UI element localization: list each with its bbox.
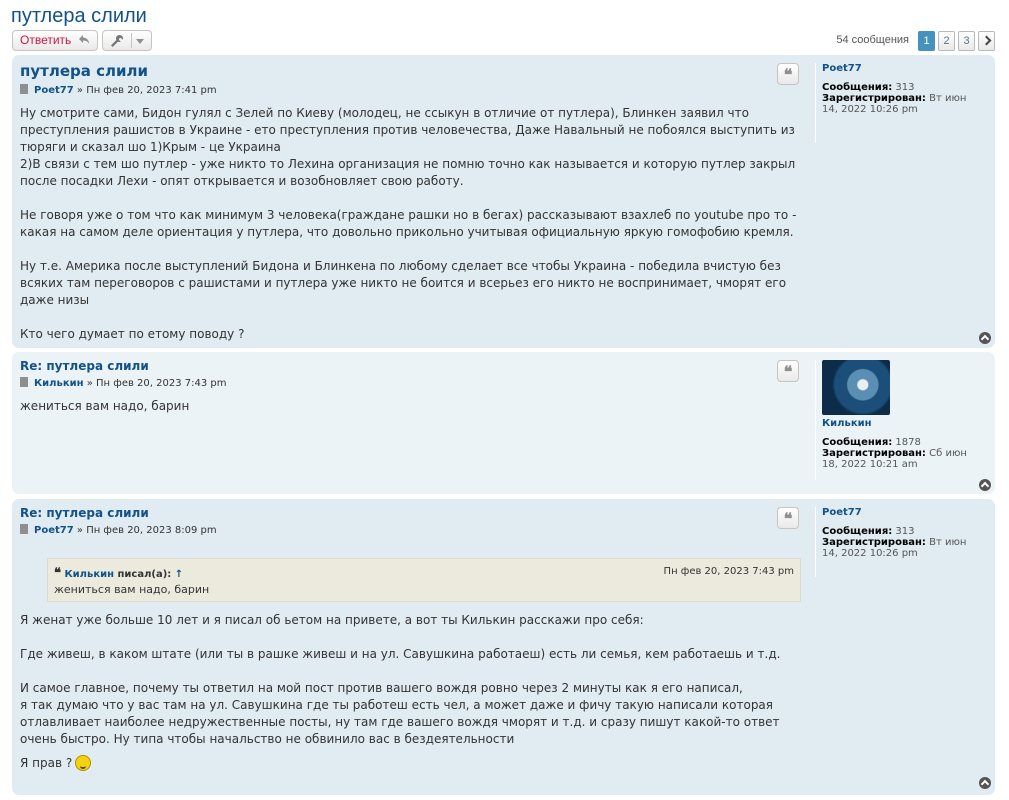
- registered-label: Зарегистрирован:: [822, 448, 926, 459]
- reply-arrow-icon: [79, 35, 89, 44]
- post-icon[interactable]: [20, 84, 28, 94]
- post-author[interactable]: Poet77: [34, 525, 74, 536]
- quote-text: жениться вам надо, барин: [54, 583, 210, 596]
- profile-messages: Сообщения: 1878: [822, 437, 985, 448]
- quote-wrote: писал(а):: [117, 569, 172, 580]
- post-paragraph: Кто чего думает по етому поводу ?: [20, 327, 245, 341]
- registered-label: Зарегистрирован:: [822, 93, 926, 104]
- quote-cite: ❝ Килькин писал(а): ↑: [54, 566, 183, 581]
- quote-icon: ❝: [783, 362, 793, 381]
- post-date: Пн фев 20, 2023 8:09 pm: [86, 525, 217, 536]
- page-1-button[interactable]: 1: [918, 31, 935, 51]
- profile-username[interactable]: Poet77: [822, 507, 985, 518]
- chevron-right-icon: [981, 35, 992, 46]
- quote-author[interactable]: Килькин: [64, 569, 114, 580]
- post-meta: Poet77 » Пн фев 20, 2023 8:09 pm: [20, 524, 217, 536]
- post: Re: путлера слили Poet77 » Пн фев 20, 20…: [12, 499, 995, 795]
- messages-label: Сообщения:: [822, 526, 893, 537]
- post-content: Ну смотрите сами, Бидон гулял с Зелей по…: [20, 105, 800, 343]
- post-profile: Poet77 Сообщения: 313 Зарегистрирован: В…: [815, 63, 985, 143]
- post: Re: путлера слили Килькин » Пн фев 20, 2…: [12, 352, 995, 494]
- profile-registered: Зарегистрирован: Вт июн 14, 2022 10:26 p…: [822, 537, 985, 559]
- topic-tools-button[interactable]: [102, 30, 152, 51]
- post-paragraph: 2)В связи с тем шо путлер - уже никто то…: [20, 157, 796, 188]
- back-to-top-icon[interactable]: [979, 332, 991, 344]
- post-author[interactable]: Poet77: [34, 85, 74, 96]
- post-paragraph: Где живеш, в каком штате (или ты в рашке…: [20, 647, 781, 661]
- post-paragraph: жениться вам надо, барин: [20, 399, 190, 413]
- quote-button[interactable]: ❝: [777, 507, 799, 529]
- quote-button[interactable]: ❝: [777, 360, 799, 382]
- post-icon[interactable]: [20, 524, 28, 534]
- smiley-icon: [75, 755, 92, 771]
- registered-label: Зарегистрирован:: [822, 537, 926, 548]
- avatar[interactable]: [822, 360, 890, 415]
- profile-username[interactable]: Килькин: [822, 418, 985, 429]
- messages-count[interactable]: 1878: [895, 437, 920, 448]
- post-paragraph: И самое главное, почему ты ответил на мо…: [20, 681, 743, 695]
- blockquote: ❝ Килькин писал(а): ↑ Пн фев 20, 2023 7:…: [47, 558, 801, 602]
- profile-registered: Зарегистрирован: Вт июн 14, 2022 10:26 p…: [822, 93, 985, 115]
- post-meta-separator: »: [76, 85, 83, 96]
- reply-button[interactable]: Ответить: [12, 30, 98, 51]
- quote-icon: ❝: [783, 509, 793, 528]
- post-paragraph: Я женат уже больше 10 лет и я писал об ь…: [20, 613, 644, 627]
- post-content: жениться вам надо, барин: [20, 398, 800, 415]
- post-content: Я женат уже больше 10 лет и я писал об ь…: [20, 612, 800, 772]
- page-2-button[interactable]: 2: [938, 31, 955, 51]
- profile-messages: Сообщения: 313: [822, 526, 985, 537]
- post-title[interactable]: путлера слили: [20, 62, 148, 80]
- post-icon[interactable]: [20, 377, 28, 387]
- messages-label: Сообщения:: [822, 82, 893, 93]
- post-meta-separator: »: [76, 525, 83, 536]
- chevron-down-icon: [136, 39, 144, 44]
- post-meta: Poet77 » Пн фев 20, 2023 7:41 pm: [20, 84, 217, 96]
- quote-button[interactable]: ❝: [777, 63, 799, 85]
- profile-registered: Зарегистрирован: Сб июн 18, 2022 10:21 a…: [822, 448, 985, 470]
- post-paragraph: Ну смотрите сами, Бидон гулял с Зелей по…: [20, 106, 795, 154]
- reply-button-label: Ответить: [20, 33, 72, 47]
- profile-username[interactable]: Poet77: [822, 63, 985, 74]
- next-page-button[interactable]: [978, 31, 995, 51]
- tools-separator: [131, 33, 132, 48]
- post-meta-separator: »: [86, 378, 93, 389]
- quote-jump-arrow[interactable]: ↑: [175, 569, 183, 580]
- post: путлера слили Poet77 » Пн фев 20, 2023 7…: [12, 55, 995, 348]
- back-to-top-icon[interactable]: [979, 777, 991, 789]
- post-author[interactable]: Килькин: [34, 378, 84, 389]
- action-bar: Ответить 54 сообщения 1 2 3: [12, 30, 997, 52]
- post-title[interactable]: Re: путлера слили: [20, 506, 149, 520]
- post-paragraph: Не говоря уже о том что как минимум 3 че…: [20, 208, 797, 239]
- post-count: 54 сообщения: [836, 34, 909, 46]
- quote-date: Пн фев 20, 2023 7:43 pm: [663, 566, 794, 577]
- post-date: Пн фев 20, 2023 7:43 pm: [96, 378, 227, 389]
- post-text-fragment: Я прав ?: [20, 756, 73, 770]
- messages-label: Сообщения:: [822, 437, 893, 448]
- post-date: Пн фев 20, 2023 7:41 pm: [86, 85, 217, 96]
- quote-icon: ❝: [783, 65, 793, 84]
- messages-count[interactable]: 313: [895, 82, 914, 93]
- post-profile: Poet77 Сообщения: 313 Зарегистрирован: В…: [815, 507, 985, 577]
- post-profile: Килькин Сообщения: 1878 Зарегистрирован:…: [815, 360, 985, 480]
- post-paragraph: Я прав ?: [20, 755, 800, 772]
- topic-title[interactable]: путлера слили: [11, 5, 147, 28]
- profile-messages: Сообщения: 313: [822, 82, 985, 93]
- back-to-top-icon[interactable]: [979, 479, 991, 491]
- quote-icon: ❝: [54, 566, 61, 581]
- wrench-icon: [111, 35, 123, 47]
- post-paragraph: Ну т.е. Америка после выступлений Бидона…: [20, 259, 787, 307]
- page-3-button[interactable]: 3: [958, 31, 975, 51]
- post-meta: Килькин » Пн фев 20, 2023 7:43 pm: [20, 377, 226, 389]
- post-title[interactable]: Re: путлера слили: [20, 359, 149, 373]
- post-paragraph: я так думаю что у вас там на ул. Савушки…: [20, 698, 780, 746]
- messages-count[interactable]: 313: [895, 526, 914, 537]
